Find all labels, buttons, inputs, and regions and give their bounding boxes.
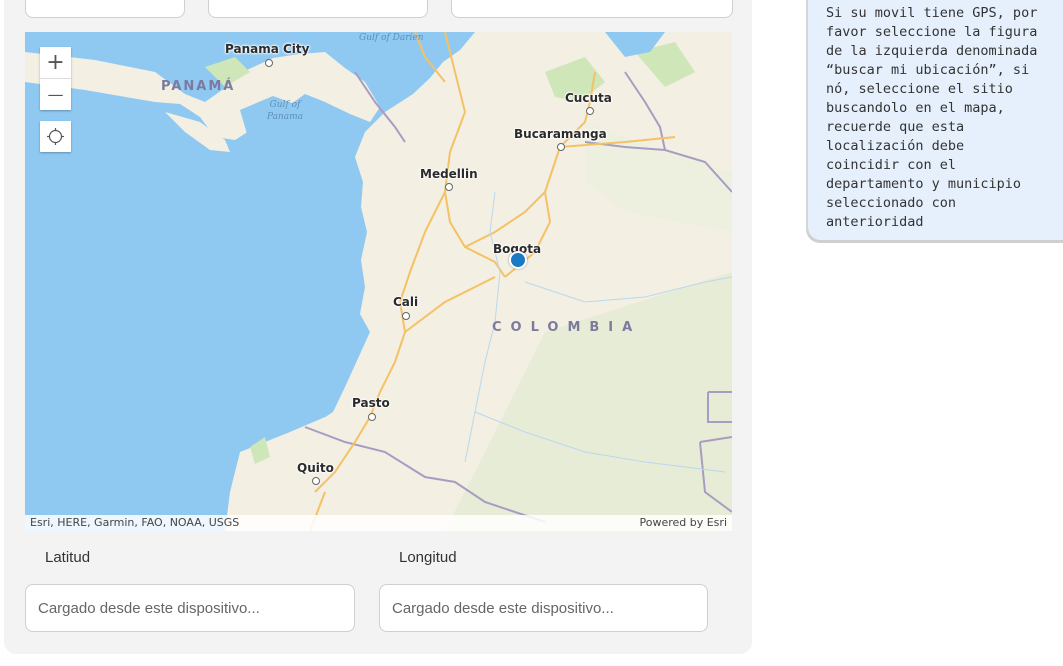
- gulf-of-darien-label: Gulf of Darien: [359, 33, 424, 43]
- city-dot-quito: [312, 477, 320, 485]
- city-label-pasto: Pasto: [352, 396, 390, 410]
- top-field-3[interactable]: [451, 0, 733, 18]
- zoom-in-button[interactable]: +: [40, 47, 71, 78]
- city-label-quito: Quito: [297, 461, 334, 475]
- attribution-powered-by[interactable]: Powered by Esri: [639, 516, 727, 529]
- gulf-of-panama-label: Gulf of Panama: [266, 100, 304, 122]
- country-label-panama: PANAMÁ: [161, 79, 236, 94]
- city-label-panama-city: Panama City: [225, 42, 310, 56]
- longitud-label: Longitud: [399, 549, 457, 566]
- city-dot-medellin: [445, 183, 453, 191]
- help-text: Si su movil tiene GPS, por favor selecci…: [826, 5, 1038, 230]
- city-label-bucaramanga: Bucaramanga: [514, 127, 607, 141]
- zoom-out-button[interactable]: —: [40, 78, 71, 110]
- top-field-2[interactable]: [208, 0, 428, 18]
- city-dot-cali: [402, 312, 410, 320]
- city-label-cucuta: Cucuta: [565, 91, 612, 105]
- city-dot-pasto: [368, 413, 376, 421]
- map-basemap: [25, 32, 732, 531]
- country-label-colombia: COLOMBIA: [492, 320, 642, 335]
- current-location-marker[interactable]: [509, 251, 527, 269]
- map-attribution: Esri, HERE, Garmin, FAO, NOAA, USGS Powe…: [25, 515, 732, 531]
- crosshair-icon: [47, 128, 64, 145]
- city-dot-bucaramanga: [557, 143, 565, 151]
- help-card: Si su movil tiene GPS, por favor selecci…: [806, 0, 1063, 240]
- longitud-input[interactable]: [379, 584, 708, 632]
- attribution-sources: Esri, HERE, Garmin, FAO, NOAA, USGS: [30, 516, 240, 529]
- top-field-1[interactable]: [25, 0, 185, 18]
- city-dot-panama-city: [265, 59, 273, 67]
- latitud-label: Latitud: [45, 549, 91, 566]
- city-label-cali: Cali: [393, 295, 419, 309]
- locate-me-button[interactable]: [40, 121, 71, 152]
- map-view[interactable]: Gulf of Darien Gulf of Panama Panama Cit…: [25, 32, 732, 531]
- latitud-input[interactable]: [25, 584, 355, 632]
- city-dot-cucuta: [586, 107, 594, 115]
- city-label-medellin: Medellin: [420, 167, 478, 181]
- zoom-controls: + —: [40, 47, 71, 110]
